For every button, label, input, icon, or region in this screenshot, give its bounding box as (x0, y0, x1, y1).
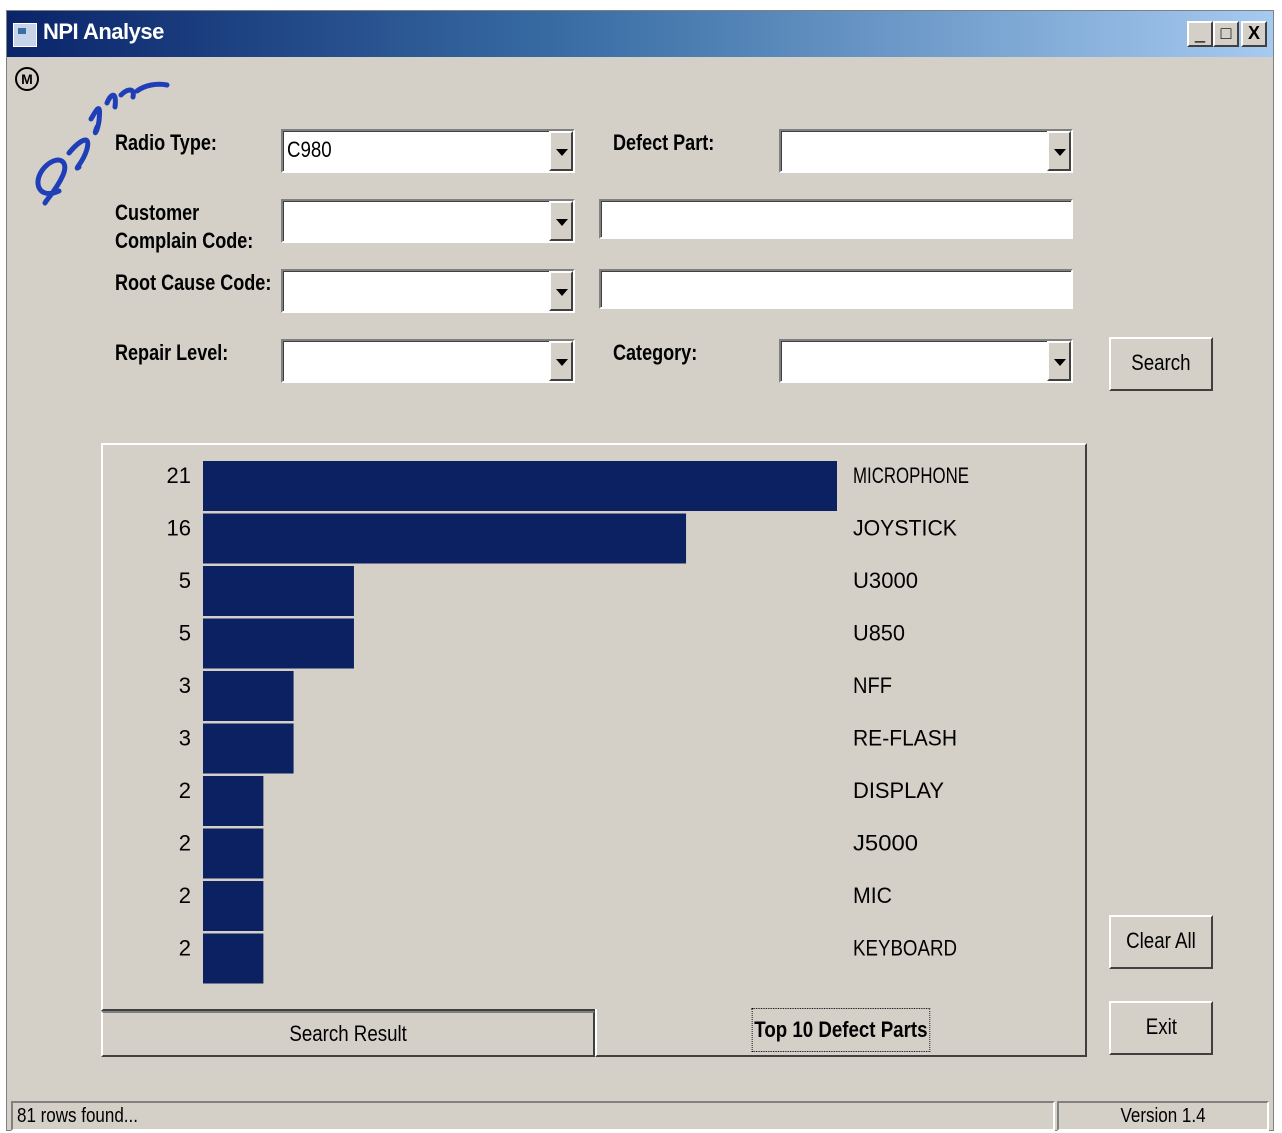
customer-complain-code-select[interactable] (281, 199, 575, 243)
dropdown-arrow-icon[interactable] (549, 271, 573, 311)
status-rows-found: 81 rows found... (11, 1101, 1055, 1131)
search-button-label: Search (1131, 350, 1191, 375)
customer-complain-label-line2: Complain Code: (115, 228, 254, 253)
bar-j5000 (203, 828, 264, 879)
bar-mic (203, 881, 264, 931)
dropdown-arrow-icon[interactable] (549, 131, 573, 171)
category-label: Category: (613, 340, 698, 365)
top10-chart-panel: 21 MICROPHONE 16 JOYSTICK 5 U3000 5 U850 3 NFF 3 RE… (101, 443, 1087, 1011)
bar-category-label: MICROPHONE (853, 463, 969, 488)
bar-value-label: 2 (179, 883, 191, 908)
dropdown-arrow-icon[interactable] (549, 341, 573, 381)
root-cause-description-field[interactable] (599, 269, 1073, 309)
tab-top10-defect-parts[interactable]: Top 10 Defect Parts (595, 1008, 1087, 1057)
bar-display (203, 776, 264, 826)
bar-value-label: 5 (179, 568, 191, 593)
exit-button-label: Exit (1145, 1014, 1177, 1039)
status-version-text: Version 1.4 (1120, 1105, 1206, 1127)
bar-value-label: 5 (179, 621, 191, 646)
status-version: Version 1.4 (1057, 1101, 1269, 1131)
status-bar: 81 rows found... Version 1.4 (7, 1099, 1273, 1132)
dropdown-arrow-icon[interactable] (549, 201, 573, 241)
bar-category-label: JOYSTICK (853, 516, 957, 541)
exit-button[interactable]: Exit (1109, 1001, 1213, 1055)
radio-type-select[interactable]: C980 (281, 129, 575, 173)
customer-complain-description-field[interactable] (599, 199, 1073, 239)
bar-value-label: 2 (179, 831, 191, 856)
app-window: NPI Analyse _ □ X M Radio Type: C980 Def… (6, 10, 1274, 1131)
bar-u3000 (203, 566, 354, 616)
bar-u850 (203, 618, 354, 669)
repair-level-select[interactable] (281, 339, 575, 383)
clear-all-button-label: Clear All (1126, 928, 1196, 953)
bar-category-label: DISPLAY (853, 778, 944, 803)
top10-defect-parts-chart: 21 MICROPHONE 16 JOYSTICK 5 U3000 5 U850 3 NFF 3 RE… (167, 461, 969, 984)
repair-level-label: Repair Level: (115, 340, 229, 365)
root-cause-code-label: Root Cause Code: (115, 270, 272, 295)
defect-part-select[interactable] (779, 129, 1073, 173)
bar-re-flash (203, 723, 294, 774)
search-button[interactable]: Search (1109, 337, 1213, 391)
bar-category-label: KEYBOARD (853, 936, 957, 961)
tab-search-result[interactable]: Search Result (101, 1011, 595, 1057)
tab-top10-label: Top 10 Defect Parts (751, 1008, 931, 1052)
bar-category-label: RE-FLASH (853, 726, 957, 751)
bar-value-label: 21 (167, 463, 191, 488)
bar-keyboard (203, 933, 264, 984)
window-title: NPI Analyse (43, 19, 164, 44)
customer-complain-label-line1: Customer (115, 200, 200, 225)
bar-value-label: 16 (167, 516, 191, 541)
radio-type-value: C980 (287, 137, 332, 162)
dropdown-arrow-icon[interactable] (1047, 131, 1071, 171)
bar-value-label: 2 (179, 778, 191, 803)
app-icon[interactable] (13, 23, 37, 47)
bar-category-label: MIC (853, 883, 892, 908)
minimize-button[interactable]: _ (1187, 21, 1213, 47)
bar-value-label: 3 (179, 726, 191, 751)
clear-all-button[interactable]: Clear All (1109, 915, 1213, 969)
bar-category-label: U3000 (853, 568, 918, 593)
radio-type-label: Radio Type: (115, 130, 217, 155)
close-button[interactable]: X (1241, 21, 1267, 47)
defect-part-label: Defect Part: (613, 130, 715, 155)
title-bar[interactable]: NPI Analyse _ □ X (7, 11, 1273, 57)
bar-nff (203, 671, 294, 721)
bar-microphone (203, 461, 837, 511)
maximize-button[interactable]: □ (1213, 21, 1239, 47)
tab-search-result-label: Search Result (289, 1021, 407, 1046)
bar-category-label: U850 (853, 621, 905, 646)
bar-value-label: 3 (179, 673, 191, 698)
bar-category-label: J5000 (853, 831, 918, 856)
dropdown-arrow-icon[interactable] (1047, 341, 1071, 381)
bar-joystick (203, 513, 687, 564)
bar-value-label: 2 (179, 936, 191, 961)
root-cause-code-select[interactable] (281, 269, 575, 313)
bar-category-label: NFF (853, 673, 892, 698)
category-select[interactable] (779, 339, 1073, 383)
status-rows-text: 81 rows found... (17, 1105, 138, 1127)
